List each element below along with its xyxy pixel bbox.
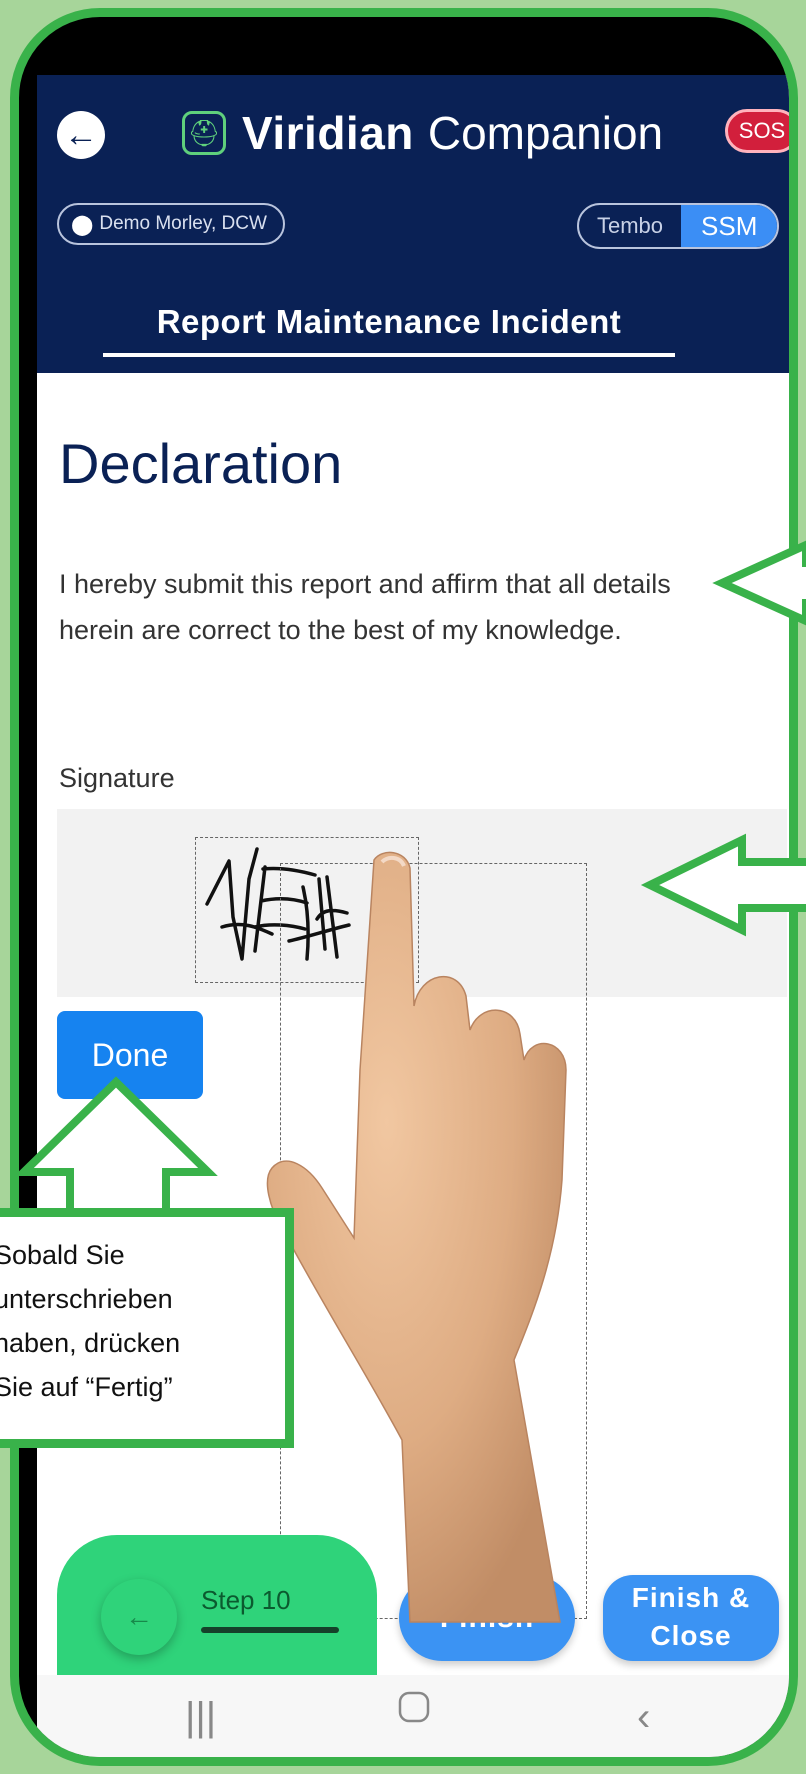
finish-close-button[interactable]: Finish & Close <box>603 1575 779 1661</box>
page-heading: Declaration <box>59 432 343 495</box>
app-title: ⛑ Viridian Companion <box>182 103 663 163</box>
site-toggle: Tembo SSM <box>577 203 780 249</box>
brand-name: Viridian <box>242 107 414 159</box>
toggle-option-ssm[interactable]: SSM <box>681 205 778 247</box>
helmet-icon: ⛑ <box>182 111 226 155</box>
signature-label: Signature <box>59 763 175 793</box>
finish-close-label: Finish & Close <box>631 1582 751 1651</box>
app-screen: ← ⛑ Viridian Companion SOS ⬤ Demo Morley… <box>37 75 789 1757</box>
sos-label: SOS <box>738 118 786 143</box>
done-label: Done <box>91 1036 169 1073</box>
declaration-text: I hereby submit this report and affirm t… <box>59 569 671 645</box>
back-button[interactable]: ← <box>57 111 105 159</box>
finish-button[interactable]: Finish <box>399 1575 575 1661</box>
app-name: Companion <box>427 107 664 159</box>
hand-selection-box <box>280 863 587 1619</box>
report-title: Report Maintenance Incident <box>103 303 675 357</box>
callout-line: unterschrieben <box>0 1284 173 1314</box>
location-pin-icon: ⬤ <box>71 213 94 236</box>
instruction-callout: Sobald Sie unterschrieben haben, drücken… <box>0 1208 294 1448</box>
phone-frame: ← ⛑ Viridian Companion SOS ⬤ Demo Morley… <box>10 8 798 1766</box>
system-nav-bar: ||| ‹ <box>37 1675 789 1757</box>
location-chip[interactable]: ⬤ Demo Morley, DCW <box>57 203 285 245</box>
arrow-left-icon: ← <box>125 1601 153 1632</box>
chevron-left-icon[interactable]: ‹ <box>637 1695 650 1740</box>
sos-button[interactable]: SOS <box>725 109 789 153</box>
location-text: Demo Morley, DCW <box>99 213 267 234</box>
arrow-left-icon: ← <box>64 116 98 154</box>
toggle-option-tembo[interactable]: Tembo <box>579 205 681 247</box>
recents-icon[interactable]: ||| <box>185 1695 216 1740</box>
callout-line: Sie auf “Fertig” <box>0 1372 173 1402</box>
home-icon[interactable] <box>397 1689 431 1734</box>
step-back-button[interactable]: ← <box>101 1579 177 1655</box>
callout-line: haben, drücken <box>0 1328 181 1358</box>
callout-line: Sobald Sie <box>0 1240 125 1270</box>
step-progress-line <box>201 1627 339 1633</box>
step-label: Step 10 <box>201 1585 291 1615</box>
done-button[interactable]: Done <box>57 1011 203 1099</box>
finish-label: Finish <box>439 1601 535 1634</box>
app-header: ← ⛑ Viridian Companion SOS ⬤ Demo Morley… <box>37 75 789 373</box>
step-panel: ← Step 10 <box>57 1535 377 1685</box>
